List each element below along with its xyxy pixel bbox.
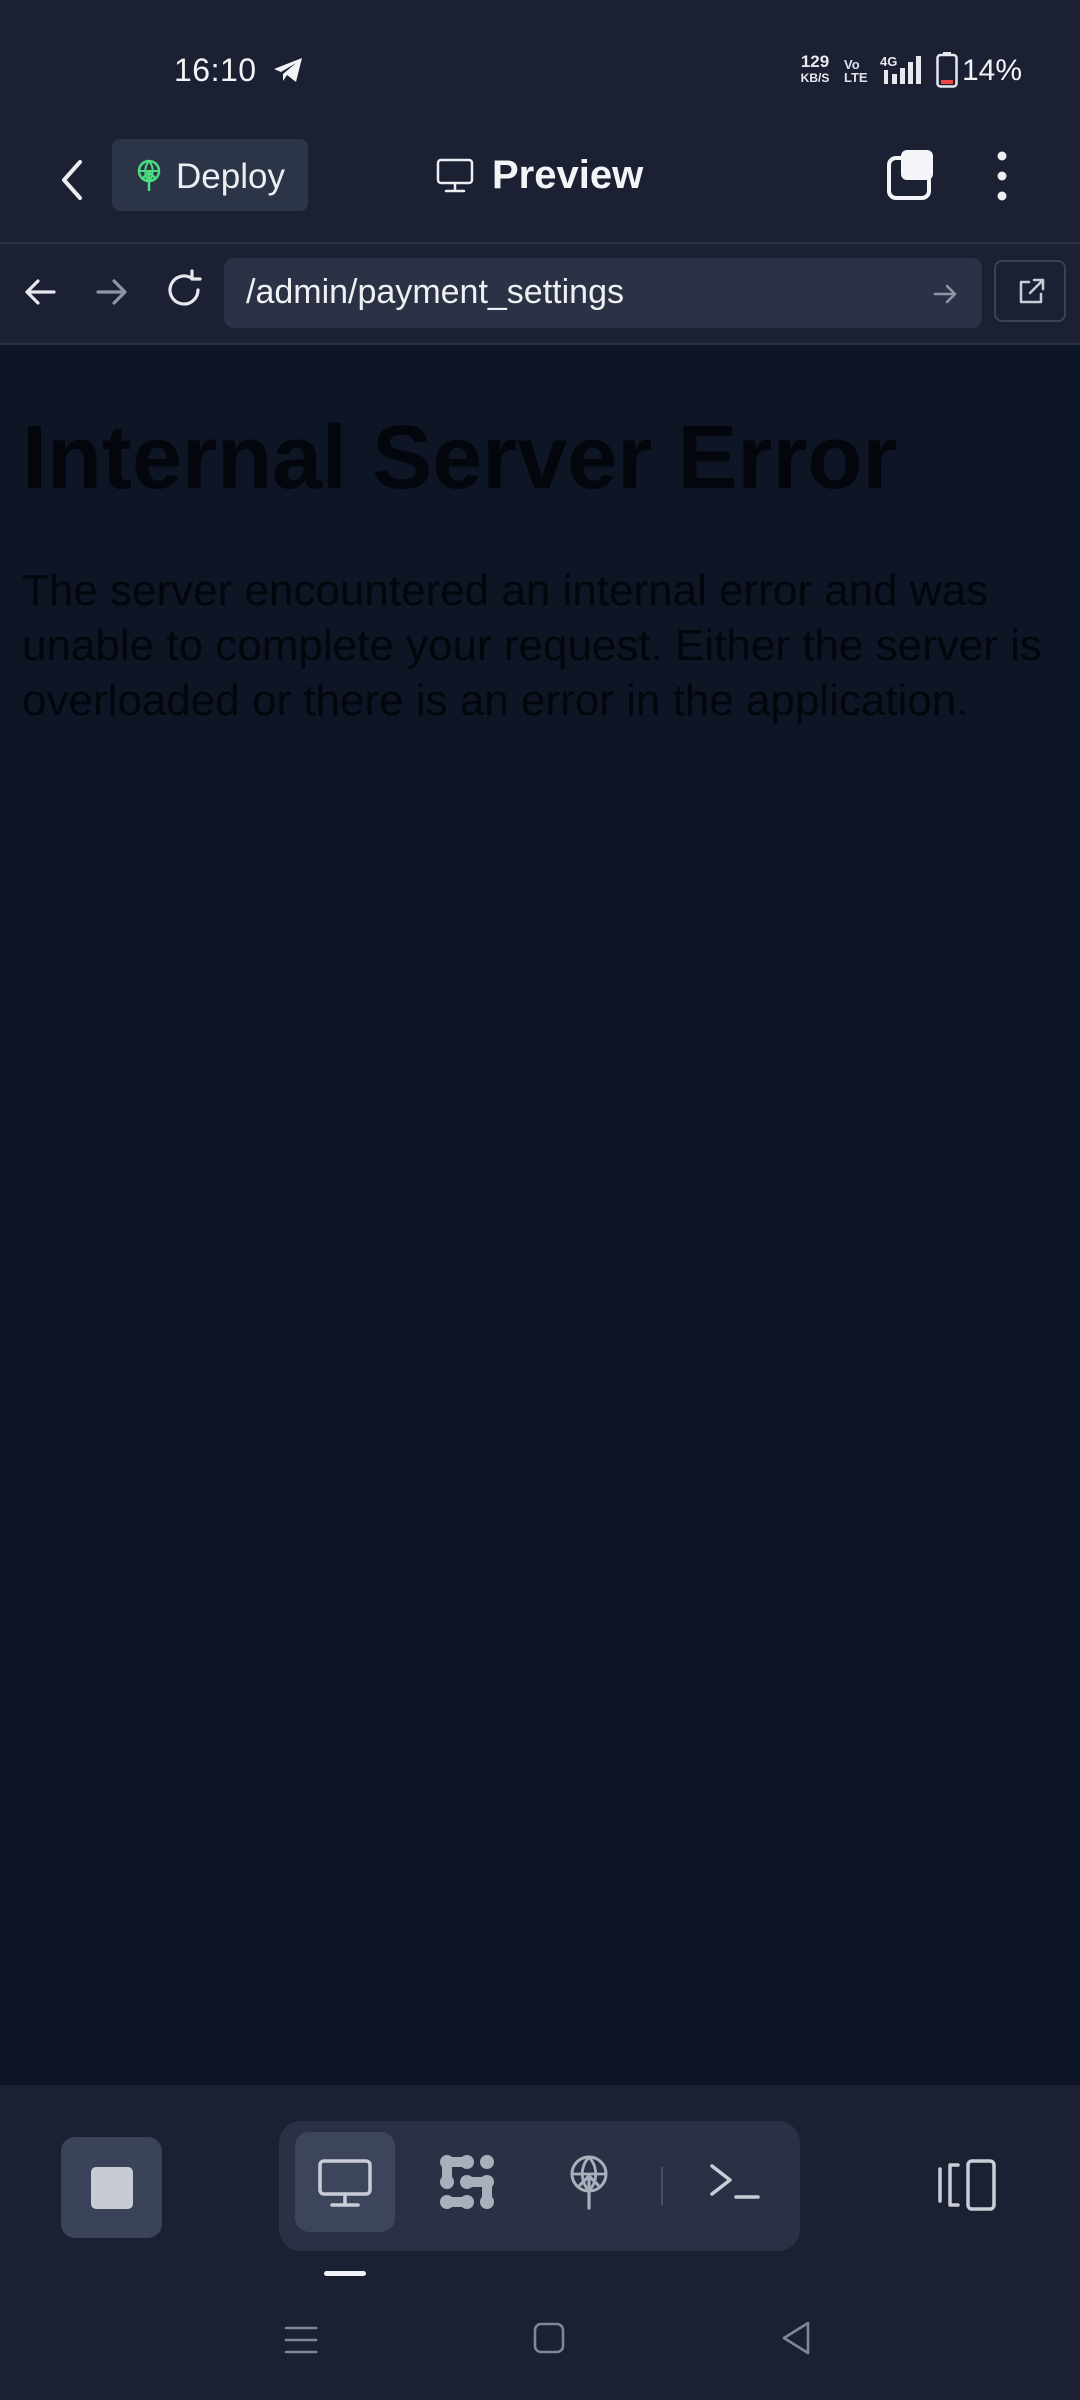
open-external-icon bbox=[1019, 278, 1045, 304]
stop-button[interactable] bbox=[61, 2137, 162, 2238]
battery-percent: 14% bbox=[962, 54, 1023, 87]
home-icon[interactable] bbox=[533, 2322, 565, 2354]
monitor-icon bbox=[318, 2159, 372, 2207]
reload-icon[interactable] bbox=[162, 268, 206, 312]
net-speed-value: 129 bbox=[800, 52, 830, 71]
tool-terminal-button[interactable] bbox=[684, 2132, 784, 2232]
arrow-right-icon[interactable] bbox=[92, 272, 132, 312]
net-speed: 129 KB/S bbox=[796, 52, 834, 86]
deploy-label: Deploy bbox=[176, 157, 285, 196]
deploy-button[interactable]: Deploy bbox=[112, 139, 308, 211]
error-heading: Internal Server Error bbox=[22, 408, 898, 508]
tool-webview-button[interactable] bbox=[295, 2132, 395, 2232]
telegram-icon bbox=[274, 58, 302, 82]
volte-bottom: LTE bbox=[844, 70, 868, 85]
error-message: The server encountered an internal error… bbox=[22, 566, 1042, 725]
url-text: /admin/payment_settings bbox=[246, 273, 624, 311]
monitor-icon bbox=[436, 158, 474, 193]
bottom-toolbar bbox=[0, 2085, 1080, 2280]
battery-icon bbox=[936, 52, 958, 88]
app-screen: 16:10 129 KB/S Vo LTE 4G 14% Deploy Prev… bbox=[0, 0, 1080, 2400]
menu-icon[interactable] bbox=[284, 2324, 318, 2356]
active-tab-indicator bbox=[324, 2271, 366, 2276]
status-bar: 16:10 129 KB/S Vo LTE 4G 14% bbox=[0, 0, 1080, 130]
back-icon[interactable] bbox=[780, 2320, 812, 2356]
open-external-button[interactable] bbox=[994, 260, 1066, 322]
tool-divider bbox=[661, 2167, 663, 2205]
page-title: Preview bbox=[492, 153, 644, 197]
deploy-icon bbox=[137, 159, 161, 191]
tool-components-button[interactable] bbox=[417, 2132, 517, 2232]
app-bar: Deploy Preview bbox=[0, 130, 1080, 242]
webview-content: Internal Server Error The server encount… bbox=[0, 345, 1080, 2085]
terminal-icon bbox=[710, 2164, 760, 2199]
kebab-menu-icon[interactable] bbox=[990, 150, 1014, 202]
volte-indicator: Vo LTE bbox=[844, 58, 868, 84]
go-arrow-icon[interactable] bbox=[932, 282, 960, 306]
url-input[interactable]: /admin/payment_settings bbox=[224, 258, 982, 328]
deploy-icon bbox=[570, 2155, 608, 2210]
layout-toggle-icon[interactable] bbox=[936, 2157, 998, 2213]
system-nav-bar bbox=[0, 2280, 1080, 2400]
url-bar-row: /admin/payment_settings bbox=[0, 242, 1080, 345]
status-time: 16:10 bbox=[174, 52, 257, 88]
chevron-left-icon[interactable] bbox=[52, 150, 92, 210]
tool-deploy-button[interactable] bbox=[539, 2132, 639, 2232]
arrow-left-icon[interactable] bbox=[20, 272, 60, 312]
tool-tabs bbox=[279, 2121, 800, 2251]
network-type-label: 4G bbox=[880, 54, 897, 69]
stop-icon bbox=[91, 2167, 133, 2209]
signal-icon: 4G bbox=[880, 54, 921, 84]
tabs-icon[interactable] bbox=[885, 148, 937, 202]
components-icon bbox=[440, 2155, 494, 2209]
net-speed-unit: KB/S bbox=[800, 71, 830, 85]
